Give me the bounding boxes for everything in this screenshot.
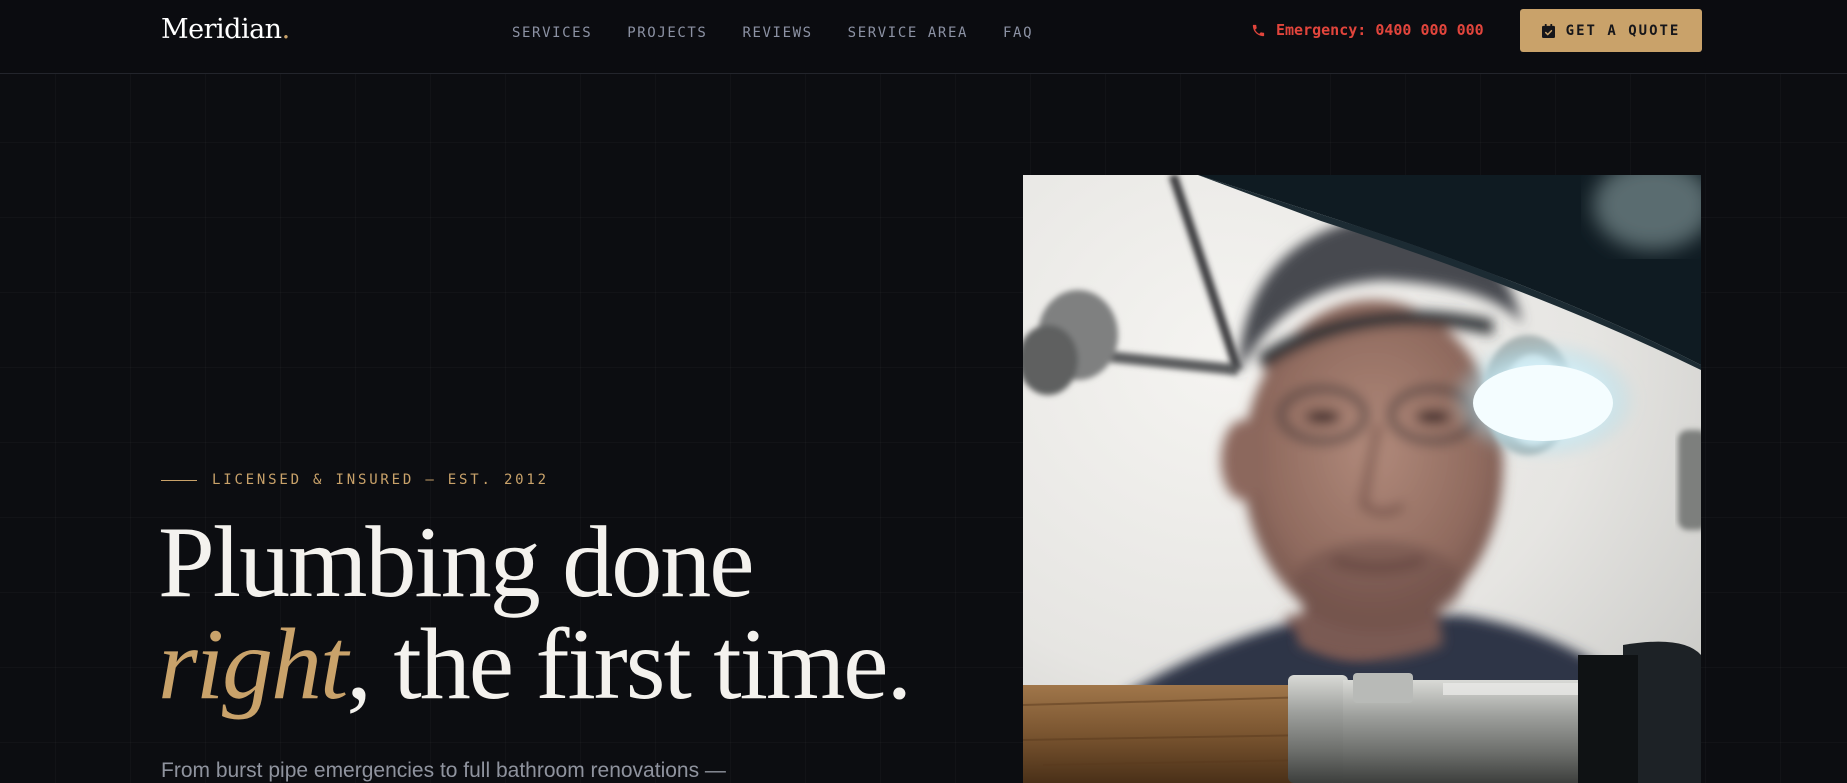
eyebrow-rule — [161, 479, 197, 481]
headline-line-1: Plumbing done — [158, 506, 755, 619]
hero-eyebrow: LICENSED & INSURED — EST. 2012 — [161, 470, 549, 490]
brand-name: Meridian — [161, 14, 282, 45]
hero-photo — [1023, 175, 1701, 783]
nav-link-projects[interactable]: PROJECTS — [627, 23, 707, 43]
nav-link-reviews[interactable]: REVIEWS — [742, 23, 812, 43]
headline-line-2-rest: , the first time. — [346, 608, 912, 721]
nav-link-faq[interactable]: FAQ — [1003, 23, 1033, 43]
headline-line-2: right, the first time. — [158, 614, 912, 716]
get-a-quote-button[interactable]: GET A QUOTE — [1520, 9, 1702, 52]
eyebrow-text: LICENSED & INSURED — EST. 2012 — [212, 472, 549, 488]
hero-subtext: From burst pipe emergencies to full bath… — [161, 759, 726, 782]
phone-icon — [1252, 24, 1265, 36]
brand-dot: . — [281, 14, 291, 45]
main-nav: SERVICES PROJECTS REVIEWS SERVICE AREA F… — [512, 23, 1068, 43]
site-header: Meridian. SERVICES PROJECTS REVIEWS SERV… — [0, 0, 1847, 74]
nav-link-services[interactable]: SERVICES — [512, 23, 592, 43]
headline-emphasis: right — [158, 608, 348, 721]
brand-logo[interactable]: Meridian. — [161, 10, 290, 50]
get-a-quote-label: GET A QUOTE — [1565, 22, 1681, 39]
hero-headline: Plumbing done right, the first time. — [158, 506, 912, 716]
plumber-photo-illustration — [1023, 175, 1701, 783]
emergency-phone-link[interactable]: Emergency: 0400 000 000 — [1251, 19, 1484, 41]
emergency-label: Emergency: 0400 000 000 — [1276, 21, 1484, 39]
calendar-icon — [1541, 23, 1555, 38]
nav-link-service-area[interactable]: SERVICE AREA — [848, 23, 968, 43]
